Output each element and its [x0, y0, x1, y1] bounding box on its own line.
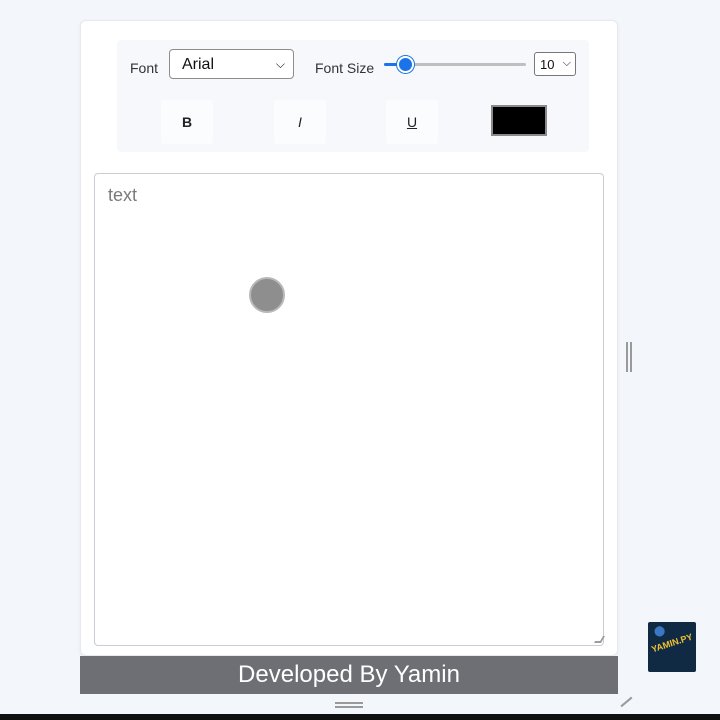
- font-label: Font: [130, 60, 159, 76]
- font-size-slider[interactable]: [384, 55, 526, 75]
- touch-cursor-indicator: [249, 277, 285, 313]
- horizontal-resize-handle[interactable]: [335, 702, 363, 708]
- bottom-bar: [0, 714, 720, 720]
- underline-button[interactable]: U: [386, 100, 438, 144]
- font-size-value: 10: [540, 57, 555, 72]
- chevron-down-icon: ⌵: [562, 57, 571, 69]
- font-size-select[interactable]: 10 ⌵: [534, 52, 576, 76]
- watermark-logo: ⬤ YAMIN.PY: [648, 622, 696, 672]
- bold-button[interactable]: B: [161, 100, 213, 144]
- footer-text: Developed By Yamin: [238, 661, 460, 688]
- footer-banner: Developed By Yamin: [80, 656, 618, 694]
- color-swatch-fill: [495, 109, 543, 132]
- slider-thumb[interactable]: [396, 56, 414, 73]
- text-color-picker[interactable]: [491, 105, 547, 136]
- text-editor-area[interactable]: [94, 173, 604, 646]
- font-family-value: Arial: [182, 56, 215, 73]
- chevron-down-icon: ⌵: [275, 57, 285, 71]
- python-logo-icon: ⬤: [654, 626, 666, 637]
- font-family-select[interactable]: Arial ⌵: [169, 49, 294, 79]
- italic-button[interactable]: I: [274, 100, 326, 144]
- editor-placeholder: text: [108, 185, 138, 205]
- font-size-label: Font Size: [315, 60, 375, 76]
- vertical-resize-handle[interactable]: [626, 342, 632, 372]
